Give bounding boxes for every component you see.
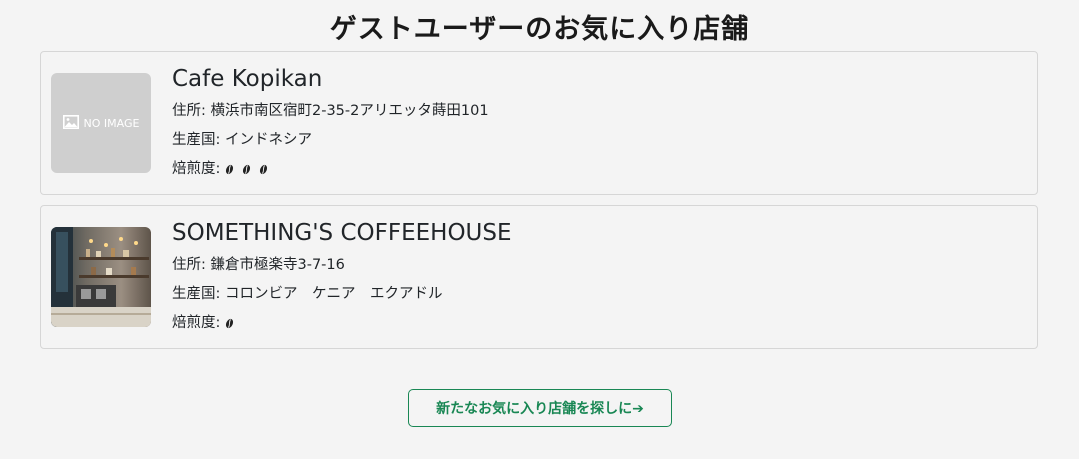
coffee-bean-icon (225, 164, 234, 174)
cafe-interior-image (51, 227, 151, 327)
shop-origin: 生産国: インドネシア (172, 126, 1027, 155)
shop-roast: 焙煎度: (172, 309, 1027, 338)
shop-address: 住所: 横浜市南区宿町2-35-2アリエッタ蒔田101 (172, 97, 1027, 126)
origin-label: 生産国: (172, 286, 225, 302)
roast-label: 焙煎度: (172, 315, 225, 331)
roast-beans (225, 161, 276, 177)
shop-thumbnail-photo[interactable] (51, 227, 151, 327)
origin-value: コロンビア ケニア エクアドル (225, 286, 443, 302)
shop-name[interactable]: SOMETHING'S COFFEEHOUSE (172, 218, 1027, 248)
shop-card[interactable]: SOMETHING'S COFFEEHOUSE 住所: 鎌倉市極楽寺3-7-16… (40, 205, 1038, 349)
shop-roast: 焙煎度: (172, 155, 1027, 184)
origin-label: 生産国: (172, 132, 225, 148)
shop-thumbnail-placeholder[interactable]: NO IMAGE (51, 73, 151, 173)
shop-card[interactable]: NO IMAGE Cafe Kopikan 住所: 横浜市南区宿町2-35-2ア… (40, 51, 1038, 195)
shop-address: 住所: 鎌倉市極楽寺3-7-16 (172, 251, 1027, 280)
shop-name[interactable]: Cafe Kopikan (172, 64, 1027, 94)
coffee-bean-icon (242, 164, 251, 174)
address-label: 住所: (172, 257, 211, 273)
address-value: 鎌倉市極楽寺3-7-16 (210, 257, 345, 273)
coffee-bean-icon (225, 318, 234, 328)
origin-value: インドネシア (225, 132, 312, 148)
page-title: ゲストユーザーのお気に入り店舗 (329, 14, 750, 45)
roast-label: 焙煎度: (172, 161, 225, 177)
no-image-label: NO IMAGE (83, 116, 140, 130)
image-icon (62, 114, 79, 133)
shop-origin: 生産国: コロンビア ケニア エクアドル (172, 280, 1027, 309)
roast-beans (225, 315, 242, 331)
coffee-bean-icon (259, 164, 268, 174)
address-value: 横浜市南区宿町2-35-2アリエッタ蒔田101 (210, 103, 489, 119)
find-new-shops-button[interactable]: 新たなお気に入り店舗を探しに➔ (408, 389, 672, 427)
address-label: 住所: (172, 103, 211, 119)
